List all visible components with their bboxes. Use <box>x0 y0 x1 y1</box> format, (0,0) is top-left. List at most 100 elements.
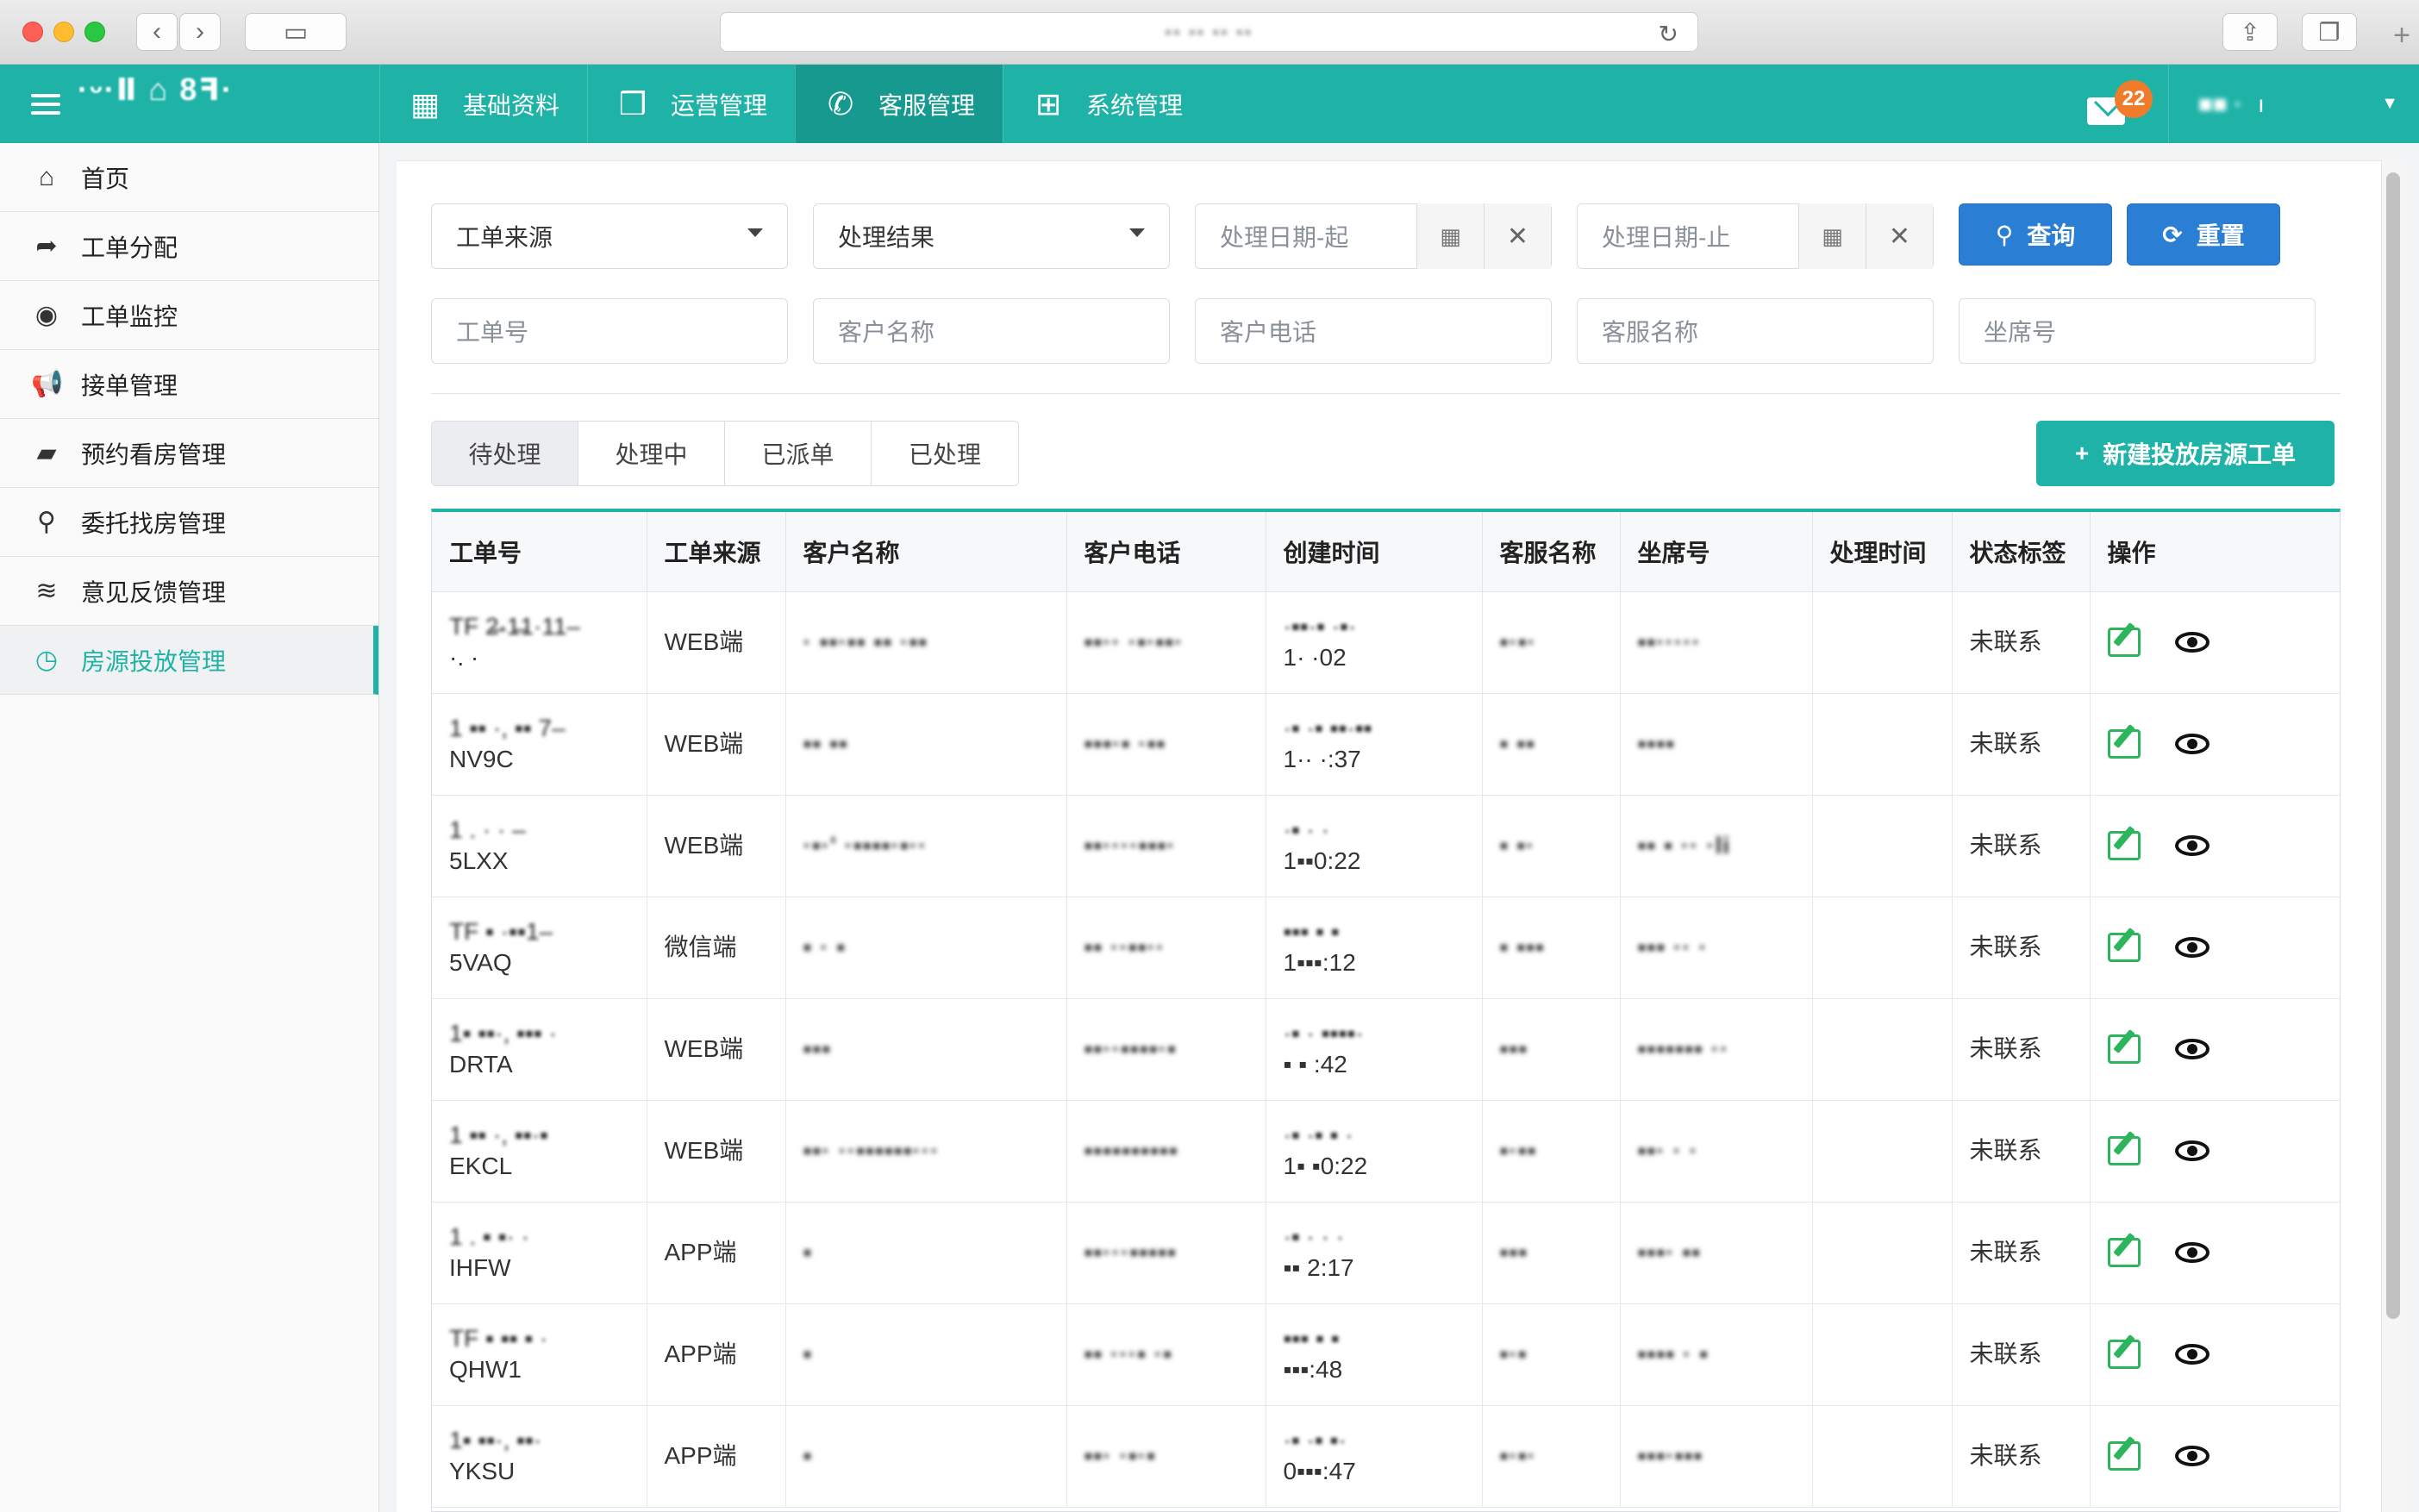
minimize-window-button[interactable] <box>53 22 74 42</box>
reset-button[interactable]: ⟳ 重置 <box>2127 203 2280 266</box>
col-status[interactable]: 状态标签 <box>1952 512 2091 592</box>
view-icon[interactable] <box>2174 632 2210 653</box>
eye-icon: ◉ <box>34 301 59 329</box>
order-no-cell[interactable]: 1 ▪▪ ·, ▪▪·▪ EKCL <box>432 1100 647 1203</box>
address-bar[interactable]: ·· ·· ·· ·· ↻ <box>720 12 1698 52</box>
customer-phone-input[interactable]: 客户电话 <box>1195 298 1552 364</box>
clear-icon[interactable]: ✕ <box>1484 203 1551 269</box>
user-menu[interactable]: ■■ · ı ▼ <box>2168 65 2419 143</box>
view-icon[interactable] <box>2174 835 2210 856</box>
order-no-cell[interactable]: 1▪ ▪▪·, ▪▪· YKSU <box>432 1405 647 1508</box>
tab-pending[interactable]: 待处理 <box>432 422 578 485</box>
seat-no-cell: ▪▪▪▪ <box>1620 693 1813 796</box>
order-no-cell[interactable]: 1▪ ▪▪·, ▪▪▪ · DRTA <box>432 998 647 1101</box>
menu-toggle-icon[interactable] <box>31 87 60 122</box>
calendar-icon[interactable]: ▦ <box>1798 203 1866 269</box>
created-time-top: ·▪ · ▪▪▪▪· <box>1283 1020 1364 1047</box>
source-select[interactable]: 工单来源 <box>431 203 788 269</box>
order-no-cell[interactable]: 1 . · · – 5LXX <box>432 795 647 897</box>
edit-icon[interactable] <box>2107 1238 2141 1267</box>
view-icon[interactable] <box>2174 1446 2210 1466</box>
order-no-cell[interactable]: TF ▪ ·▪▪1– 5VAQ <box>432 897 647 999</box>
order-no-cell[interactable]: 1 . ▪ ▪· · IHFW <box>432 1202 647 1304</box>
nav-system[interactable]: ⊞ 系统管理 <box>1003 65 1210 143</box>
result-select[interactable]: 处理结果 <box>813 203 1170 269</box>
edit-icon[interactable] <box>2107 831 2141 860</box>
tabs-overview-button[interactable]: ❐ <box>2302 13 2357 51</box>
sidebar: ⌂ 首页 ➦ 工单分配 ◉ 工单监控 📢 接单管理 ▰ 预约看房管理 ⚲ 委托找… <box>0 143 379 1512</box>
order-no-cell[interactable]: 1 ▪▪ ·, ▪▪ 7– NV9C <box>432 693 647 796</box>
tab-processing[interactable]: 处理中 <box>578 422 725 485</box>
edit-icon[interactable] <box>2107 729 2141 759</box>
col-customer-phone[interactable]: 客户电话 <box>1066 512 1266 592</box>
date-start-field[interactable]: 处理日期-起 ▦ ✕ <box>1195 203 1552 269</box>
scrollbar-thumb[interactable] <box>2386 172 2400 1319</box>
seat-no: ▪▪▪▪ · ▪ <box>1637 1340 1710 1367</box>
edit-icon[interactable] <box>2107 1136 2141 1165</box>
close-window-button[interactable] <box>22 22 43 42</box>
order-no-cell[interactable]: TF 2̶·1̶1·11– ·. · <box>432 591 647 694</box>
col-actions: 操作 <box>2090 512 2340 592</box>
reload-icon[interactable]: ↻ <box>1659 20 1678 48</box>
handled-time-cell <box>1812 591 1953 694</box>
created-time-top: ·▪ · · <box>1283 816 1329 843</box>
back-button[interactable]: ‹ <box>136 13 178 51</box>
view-icon[interactable] <box>2174 734 2210 754</box>
date-end-field[interactable]: 处理日期-止 ▦ ✕ <box>1577 203 1934 269</box>
col-created-time[interactable]: 创建时间 <box>1266 512 1483 592</box>
order-no-bottom: 5LXX <box>449 847 509 874</box>
view-icon[interactable] <box>2174 1039 2210 1059</box>
query-button[interactable]: ⚲ 查询 <box>1959 203 2112 266</box>
share-button[interactable]: ⇪ <box>2222 13 2278 51</box>
table-row: 1 . ▪ ▪· · IHFW APP端 ▪ ▪▪···▪▪▪▪▪ ·▪ · · · ▪▪ … <box>432 1202 2340 1304</box>
new-tab-button[interactable]: + <box>2393 19 2410 53</box>
sidebar-item-monitor[interactable]: ◉ 工单监控 <box>0 281 378 350</box>
sidebar-toggle-button[interactable]: ▭ <box>245 13 347 51</box>
seat-no-input[interactable]: 坐席号 <box>1959 298 2316 364</box>
customer-name-input[interactable]: 客户名称 <box>813 298 1170 364</box>
sidebar-item-find-house[interactable]: ⚲ 委托找房管理 <box>0 488 378 557</box>
col-order-no[interactable]: 工单号 <box>432 512 647 592</box>
edit-icon[interactable] <box>2107 628 2141 657</box>
col-seat-no[interactable]: 坐席号 <box>1620 512 1813 592</box>
messages-button[interactable]: 22 <box>2082 80 2160 132</box>
col-source[interactable]: 工单来源 <box>647 512 786 592</box>
agent-name-cell: ▪·▪· <box>1482 591 1621 694</box>
edit-icon[interactable] <box>2107 1441 2141 1471</box>
clear-icon[interactable]: ✕ <box>1866 203 1933 269</box>
edit-icon[interactable] <box>2107 1034 2141 1064</box>
agent-name-input[interactable]: 客服名称 <box>1577 298 1934 364</box>
tab-processed[interactable]: 已处理 <box>872 422 1018 485</box>
new-listing-order-button[interactable]: + 新建投放房源工单 <box>2036 421 2335 486</box>
col-agent-name[interactable]: 客服名称 <box>1482 512 1621 592</box>
handled-time-cell <box>1812 1405 1953 1508</box>
created-time-bottom: 1▪ ▪0:22 <box>1283 1153 1368 1179</box>
calendar-icon[interactable]: ▦ <box>1416 203 1484 269</box>
edit-icon[interactable] <box>2107 1340 2141 1369</box>
sidebar-item-listing-delivery[interactable]: ◷ 房源投放管理 <box>0 626 378 695</box>
customer-name-cell: ▪▪▪ <box>785 998 1067 1101</box>
seat-no: ▪▪▪▪ <box>1637 730 1676 757</box>
edit-icon[interactable] <box>2107 933 2141 962</box>
maximize-window-button[interactable] <box>84 22 105 42</box>
source-cell: APP端 <box>647 1303 786 1406</box>
view-icon[interactable] <box>2174 1242 2210 1263</box>
tab-dispatched[interactable]: 已派单 <box>725 422 872 485</box>
col-customer-name[interactable]: 客户名称 <box>785 512 1067 592</box>
view-icon[interactable] <box>2174 1140 2210 1161</box>
sidebar-item-feedback[interactable]: ≋ 意见反馈管理 <box>0 557 378 626</box>
sidebar-item-home[interactable]: ⌂ 首页 <box>0 143 378 212</box>
nav-operations[interactable]: ❒ 运营管理 <box>587 65 795 143</box>
sidebar-item-assign[interactable]: ➦ 工单分配 <box>0 212 378 281</box>
col-handled-time[interactable]: 处理时间 <box>1812 512 1953 592</box>
customer-phone: ▪▪▪▪▪▪▪▪▪▪ <box>1084 1137 1178 1164</box>
nav-basic-data[interactable]: ▦ 基础资料 <box>379 65 587 143</box>
view-icon[interactable] <box>2174 1344 2210 1365</box>
view-icon[interactable] <box>2174 937 2210 958</box>
sidebar-item-receive[interactable]: 📢 接单管理 <box>0 350 378 419</box>
sidebar-item-viewing[interactable]: ▰ 预约看房管理 <box>0 419 378 488</box>
forward-button[interactable]: › <box>179 13 221 51</box>
nav-customer-service[interactable]: ✆ 客服管理 <box>795 65 1003 143</box>
order-no-input[interactable]: 工单号 <box>431 298 788 364</box>
order-no-cell[interactable]: TF ▪ ▪▪ ▪ · QHW1 <box>432 1303 647 1406</box>
